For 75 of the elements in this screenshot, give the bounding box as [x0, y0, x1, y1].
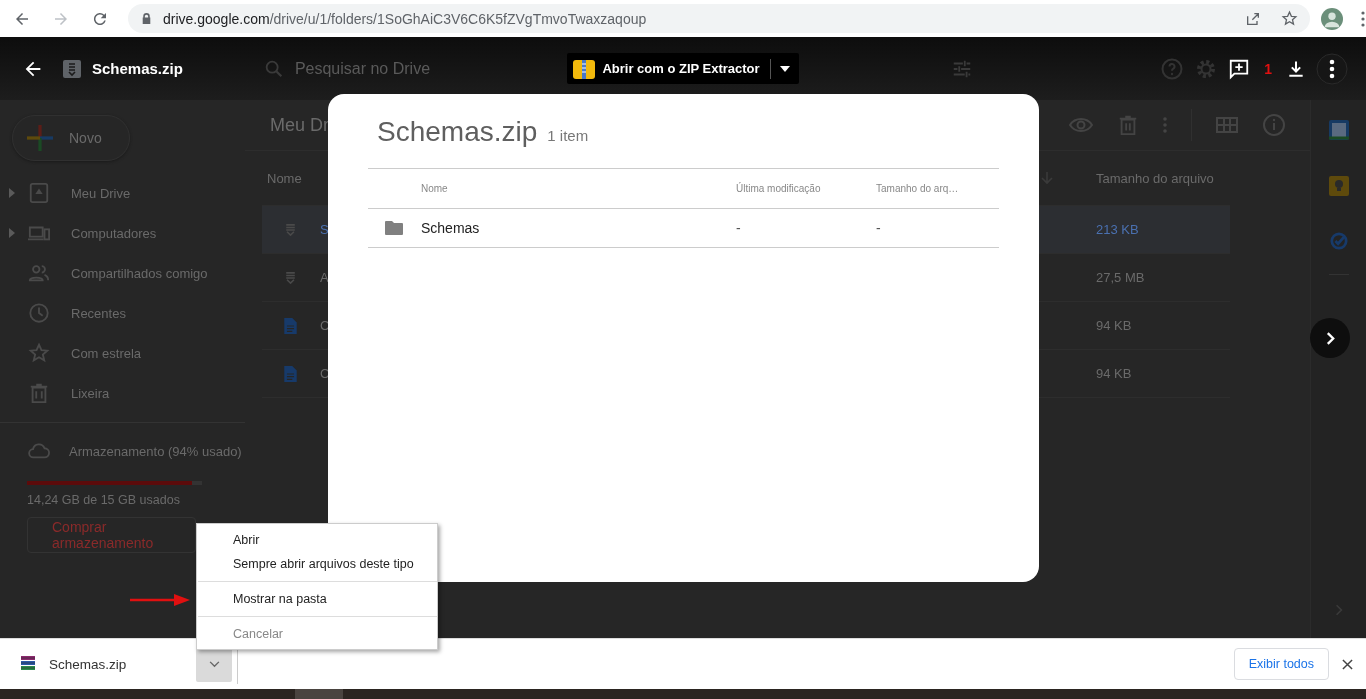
archive-icon [20, 655, 36, 673]
nav-item[interactable]: Recentes [0, 293, 245, 333]
nav-item[interactable]: Computadores [0, 213, 245, 253]
menu-item[interactable]: Abrir [197, 528, 437, 552]
avatar-icon[interactable] [1321, 7, 1343, 30]
folder-icon [385, 221, 403, 235]
sort-arrow-icon[interactable] [1040, 171, 1054, 185]
zip-file-icon [284, 223, 297, 236]
zip-file-icon [284, 271, 297, 284]
comment-count: 1 [1264, 60, 1272, 77]
check-circle-icon[interactable] [1329, 232, 1348, 250]
column-header[interactable]: Última modificação [736, 183, 876, 194]
star-icon [28, 342, 50, 364]
modified-date: - [736, 220, 742, 236]
add-comment-icon[interactable] [1228, 57, 1251, 80]
file-name: C [320, 366, 330, 381]
search-field[interactable]: Pesquisar no Drive [292, 58, 477, 79]
help-icon[interactable] [1160, 56, 1185, 81]
column-header[interactable]: Nome [421, 183, 736, 194]
document-icon [284, 365, 297, 382]
trash-icon[interactable] [1117, 114, 1139, 136]
nav-item[interactable]: Meu Drive [0, 173, 245, 213]
file-size: 94 KB [1096, 366, 1133, 381]
nav-item[interactable]: Compartilhados comigo [0, 253, 245, 293]
plus-icon [27, 125, 53, 151]
storage-usage: 14,24 GB de 15 GB usados [27, 493, 181, 507]
column-header[interactable]: Tamanho do arquivo [1096, 170, 1230, 186]
file-name: Schemas.zip [92, 60, 183, 77]
file-name: S [320, 222, 329, 237]
taskbar-segment [295, 689, 343, 699]
lock-icon [140, 12, 153, 25]
menu-item[interactable]: Sempre abrir arquivos deste tipo [197, 552, 437, 576]
menu-item[interactable]: Mostrar na pasta [197, 587, 437, 611]
calendar-icon[interactable] [1328, 120, 1349, 140]
clock-icon [28, 302, 50, 324]
column-header[interactable]: Tamanho do arq… [876, 183, 996, 194]
url-text: drive.google.com/drive/u/1/folders/1SoGhAiC3V6C6K5fZVgTmvoTwaxzaqoup [163, 10, 647, 27]
people-icon [28, 262, 50, 284]
file-size: 94 KB [1096, 318, 1133, 333]
file-size: 27,5 MB [1096, 270, 1146, 285]
expand-arrow-icon[interactable] [9, 228, 15, 238]
file-size: 213 KB [1096, 222, 1140, 237]
show-all-button[interactable]: Exibir todos [1233, 648, 1329, 680]
download-file-name[interactable]: Schemas.zip [49, 656, 196, 672]
chevron-right-icon [1325, 331, 1335, 345]
nav-item[interactable]: Com estrela [0, 333, 245, 373]
info-icon[interactable] [1262, 113, 1286, 137]
trash-icon [28, 382, 50, 404]
file-name: A [320, 270, 329, 285]
drive-icon [28, 182, 50, 204]
archive-row[interactable]: Schemas - - [368, 208, 999, 248]
expand-arrow-icon[interactable] [9, 188, 15, 198]
entry-size: - [876, 220, 882, 236]
menu-icon[interactable] [1361, 10, 1365, 27]
file-name: C [320, 318, 330, 333]
dialog-title: Schemas.zip [377, 116, 538, 148]
arrow-annotation [130, 593, 190, 607]
bulb-icon[interactable] [1328, 176, 1349, 196]
zip-file-icon [62, 58, 82, 79]
entry-name: Schemas [421, 220, 481, 236]
grid-icon[interactable] [1216, 117, 1238, 133]
nav-item[interactable]: Lixeira [0, 373, 245, 413]
star-icon[interactable] [1281, 10, 1298, 27]
chevron-down-icon [208, 660, 220, 668]
share-icon[interactable] [1245, 10, 1261, 27]
item-count: 1 item [547, 127, 589, 144]
storage-label: Armazenamento (94% usado) [69, 443, 242, 459]
caret-icon[interactable] [779, 65, 790, 72]
folder-title[interactable]: Meu Dr [270, 114, 329, 136]
document-icon [284, 317, 297, 334]
open-with-button[interactable]: Abrir com o ZIP Extractor [567, 53, 799, 84]
close-icon[interactable] [1342, 658, 1353, 670]
address-bar[interactable]: drive.google.com/drive/u/1/folders/1SoGhAiC3V6C6K5fZVgTmvoTwaxzaqoup [128, 4, 1310, 33]
more-icon[interactable] [1316, 52, 1348, 85]
column-header[interactable]: Nome [267, 170, 302, 186]
